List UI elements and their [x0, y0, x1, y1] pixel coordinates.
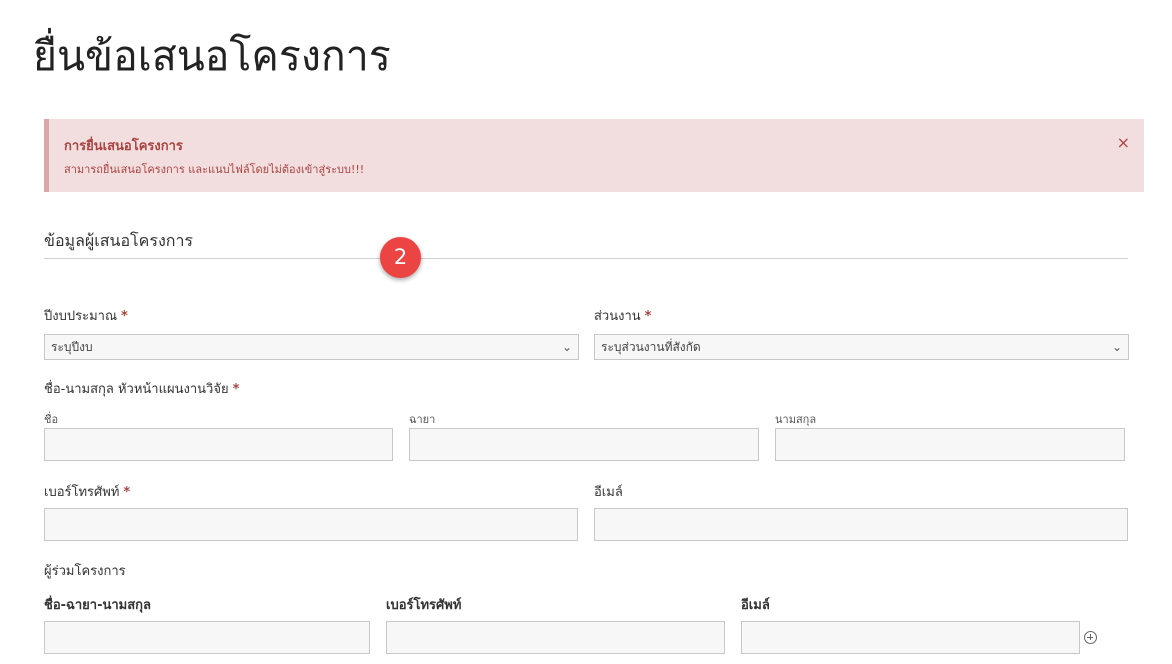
co-email-input[interactable]: [741, 621, 1080, 654]
required-marker: *: [232, 382, 240, 397]
head-name-label: ชื่อ-นามสกุล หัวหน้าแผนงานวิจัย *: [44, 382, 240, 397]
phone-input[interactable]: [44, 508, 578, 541]
email-input[interactable]: [594, 508, 1128, 541]
alert-message: สามารถยื่นเสนอโครงการ และแนบไฟล์โดยไม่ต้…: [64, 163, 365, 176]
budget-year-label: ปีงบประมาณ *: [44, 309, 128, 324]
alert-title: การยื่นเสนอโครงการ: [64, 139, 183, 154]
budget-year-selected: ระบุปีงบ: [51, 340, 93, 354]
department-selected: ระบุส่วนงานที่สังกัด: [601, 340, 701, 354]
chevron-down-icon: ⌄: [1111, 340, 1122, 354]
first-name-label: ชื่อ: [44, 413, 59, 426]
email-label: อีเมล์: [594, 485, 623, 500]
step-badge: 2: [380, 237, 421, 278]
page-title: ยื่นข้อเสนอโครงการ: [33, 32, 391, 80]
budget-year-select[interactable]: ระบุปีงบ ⌄: [44, 334, 579, 360]
last-name-input[interactable]: [775, 428, 1125, 461]
phone-label: เบอร์โทรศัพท์ *: [44, 485, 131, 500]
department-label: ส่วนงาน *: [594, 309, 652, 324]
first-name-input[interactable]: [44, 428, 393, 461]
co-name-column-header: ชื่อ-ฉายา-นามสกุล: [44, 598, 152, 613]
title-input[interactable]: [409, 428, 759, 461]
co-email-column-header: อีเมล์: [741, 598, 770, 613]
co-phone-column-header: เบอร์โทรศัพท์: [386, 598, 462, 613]
plus-circle-icon[interactable]: [1084, 631, 1097, 644]
co-researchers-label: ผู้ร่วมโครงการ: [44, 564, 126, 579]
required-marker: *: [121, 309, 128, 324]
info-alert: การยื่นเสนอโครงการ สามารถยื่นเสนอโครงการ…: [44, 119, 1144, 192]
close-icon[interactable]: ×: [1117, 134, 1130, 152]
chevron-down-icon: ⌄: [561, 340, 572, 354]
co-phone-input[interactable]: [386, 621, 725, 654]
required-marker: *: [123, 485, 131, 500]
department-select[interactable]: ระบุส่วนงานที่สังกัด ⌄: [594, 334, 1129, 360]
title-label: ฉายา: [409, 413, 436, 426]
section-title: ข้อมูลผู้เสนอโครงการ: [44, 231, 194, 250]
last-name-label: นามสกุล: [775, 413, 817, 426]
section-divider: [44, 258, 1128, 259]
co-name-input[interactable]: [44, 621, 370, 654]
required-marker: *: [644, 309, 652, 324]
